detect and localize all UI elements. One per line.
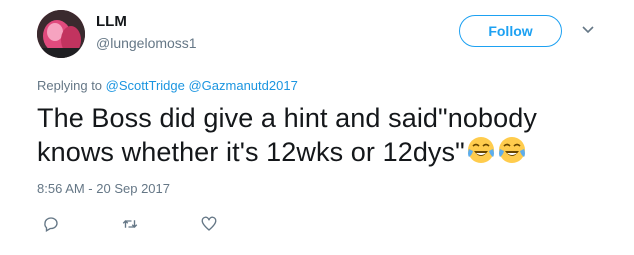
replying-to-line: Replying to @ScottTridge @Gazmanutd2017 bbox=[37, 78, 298, 93]
face-with-tears-of-joy-icon bbox=[497, 135, 527, 165]
display-name[interactable]: LLM bbox=[96, 13, 127, 30]
reply-icon[interactable] bbox=[41, 214, 61, 234]
retweet-icon[interactable] bbox=[120, 214, 140, 234]
avatar[interactable] bbox=[37, 10, 85, 58]
replying-to-label: Replying to bbox=[37, 78, 103, 93]
tweet-body: The Boss did give a hint and said"nobody… bbox=[37, 103, 537, 167]
avatar-image bbox=[37, 10, 85, 58]
follow-button[interactable]: Follow bbox=[459, 15, 562, 47]
tweet-text: The Boss did give a hint and said"nobody… bbox=[37, 101, 597, 169]
chevron-down-icon[interactable] bbox=[580, 22, 596, 38]
mention-link[interactable]: @ScottTridge bbox=[106, 78, 185, 93]
mention-link[interactable]: @Gazmanutd2017 bbox=[188, 78, 297, 93]
like-icon[interactable] bbox=[199, 214, 219, 234]
user-handle[interactable]: @lungelomoss1 bbox=[96, 35, 197, 51]
tweet-timestamp[interactable]: 8:56 AM - 20 Sep 2017 bbox=[37, 181, 170, 196]
face-with-tears-of-joy-icon bbox=[466, 135, 496, 165]
tweet-actions bbox=[37, 214, 237, 234]
